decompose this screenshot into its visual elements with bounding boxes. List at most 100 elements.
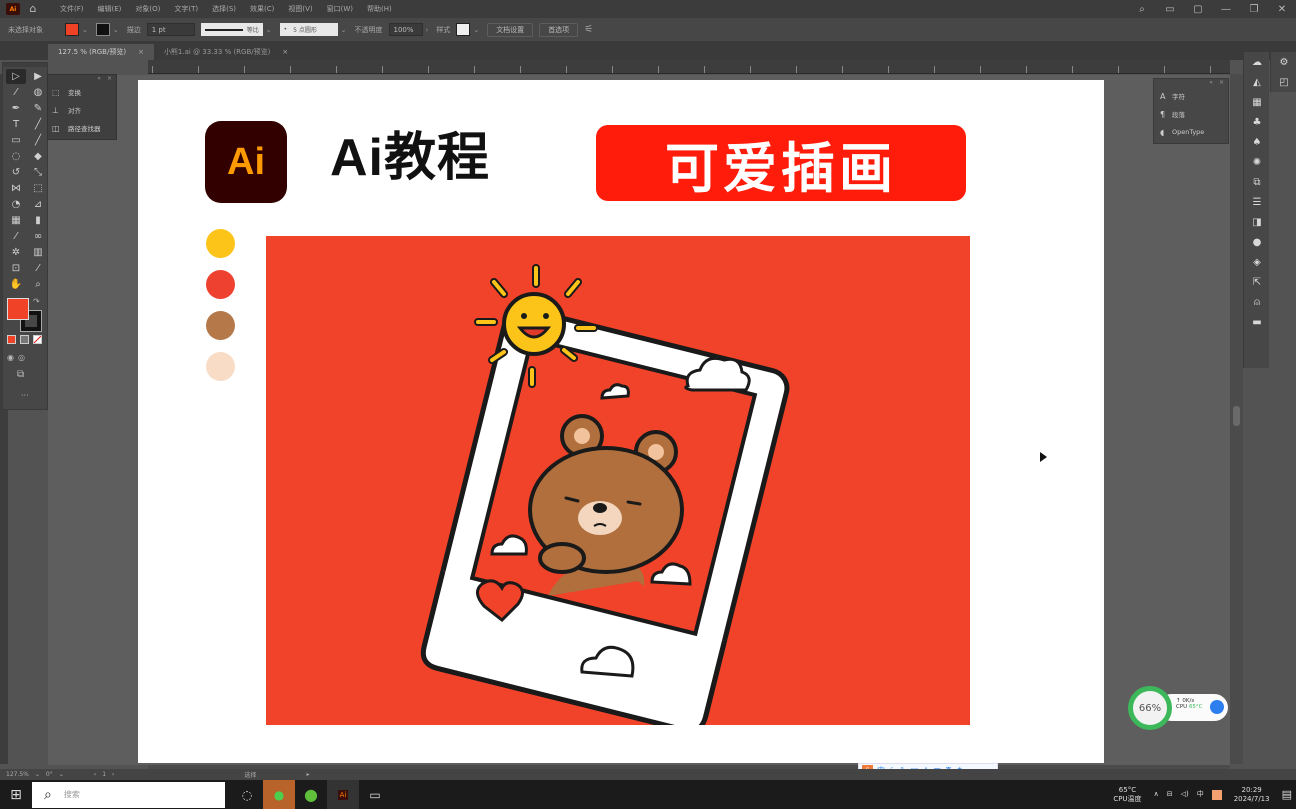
collapse-icon[interactable]: « [1209, 79, 1213, 87]
search-icon[interactable]: ⌕ [1128, 4, 1156, 15]
selection-tool-icon[interactable]: ▷ [6, 69, 26, 84]
more-tools-icon[interactable]: ··· [21, 391, 29, 400]
taskbar-search[interactable]: ⌕ 搜索 [32, 781, 225, 808]
chevron-down-icon[interactable]: ⌄ [59, 771, 64, 778]
panel-item-paragraph[interactable]: ¶ 段落 [1154, 105, 1228, 123]
graphic-styles-icon[interactable]: ● [1244, 232, 1270, 252]
curvature-tool-icon[interactable]: ✎ [28, 101, 48, 116]
chevron-down-icon[interactable]: ⌄ [473, 26, 479, 34]
document-setup-button[interactable]: 文档设置 [487, 22, 534, 37]
shaper-tool-icon[interactable]: ◌ [6, 149, 26, 164]
close-icon[interactable]: × [282, 48, 288, 56]
artboard-next[interactable]: › [112, 771, 114, 778]
style-swatch[interactable] [456, 23, 471, 36]
performance-widget[interactable]: 66% ↑ 0K/s CPU 65°C [1128, 686, 1228, 730]
menu-effect[interactable]: 效果(C) [250, 4, 274, 14]
libraries-icon[interactable]: ◰ [1271, 72, 1296, 92]
chevron-down-icon[interactable]: ⌄ [266, 26, 272, 34]
perspective-grid-tool-icon[interactable]: ⊿ [28, 197, 48, 212]
properties-icon[interactable]: ⚙ [1271, 52, 1296, 72]
arrange-icon[interactable]: ▢ [1184, 4, 1212, 15]
fill-swatch[interactable] [65, 23, 79, 36]
color-guide-icon[interactable]: ◭ [1244, 72, 1270, 92]
shape-builder-tool-icon[interactable]: ◔ [6, 197, 26, 212]
accelerate-icon[interactable] [1210, 700, 1224, 714]
preferences-button[interactable]: 首选项 [539, 22, 579, 37]
home-icon[interactable]: ⌂ [26, 2, 40, 16]
screen-mode-icon[interactable]: ⧉ [17, 369, 24, 380]
asset-export-icon[interactable]: ⇱ [1244, 272, 1270, 292]
opacity-input[interactable]: 100% [388, 23, 423, 36]
artboard-tool-icon[interactable]: ⊡ [6, 261, 26, 276]
artboard-prev[interactable]: ‹ [94, 771, 96, 778]
pen-tool-icon[interactable]: ✒ [6, 101, 26, 116]
menu-object[interactable]: 对象(O) [135, 4, 160, 14]
chevron-down-icon[interactable]: ⌄ [113, 26, 119, 34]
browser-app-icon[interactable]: ● [295, 780, 327, 809]
palette-swatch-yellow[interactable] [206, 229, 235, 258]
blend-tool-icon[interactable]: ∞ [28, 229, 48, 244]
comments-icon[interactable]: ▬ [1244, 312, 1270, 332]
restore-button[interactable]: ❐ [1240, 4, 1268, 15]
zoom-level[interactable]: 127.5% [6, 771, 29, 778]
gradient-mode-icon[interactable] [20, 335, 29, 344]
palette-swatch-red[interactable] [206, 270, 235, 299]
close-icon[interactable]: × [138, 48, 144, 56]
layers-icon[interactable]: ◈ [1244, 252, 1270, 272]
menu-help[interactable]: 帮助(H) [367, 4, 392, 14]
rectangle-tool-icon[interactable]: ▭ [6, 133, 26, 148]
clock[interactable]: 20:29 2024/7/13 [1230, 786, 1274, 804]
menu-edit[interactable]: 编辑(E) [98, 4, 122, 14]
mesh-tool-icon[interactable]: ▦ [6, 213, 26, 228]
width-tool-icon[interactable]: ⋈ [6, 181, 26, 196]
eraser-tool-icon[interactable]: ◆ [28, 149, 48, 164]
type-tool-icon[interactable]: T [6, 117, 26, 132]
minimize-button[interactable]: — [1212, 4, 1240, 15]
fill-color-box[interactable] [7, 298, 29, 320]
chevron-down-icon[interactable]: ⌄ [35, 771, 40, 778]
palette-swatch-peach[interactable] [206, 352, 235, 381]
magic-wand-tool-icon[interactable]: ⁄ [6, 85, 26, 100]
direct-selection-tool-icon[interactable]: ▶ [28, 69, 48, 84]
scale-tool-icon[interactable]: ⤡ [28, 165, 48, 180]
scroll-thumb[interactable] [1233, 406, 1240, 426]
ime-indicator[interactable]: 中 [1197, 790, 1204, 799]
wechat-app-icon[interactable]: ● [263, 780, 295, 809]
brush-select[interactable]: • 5 点圆形 [279, 23, 338, 36]
color-panel-icon[interactable]: ☁ [1244, 52, 1270, 72]
close-button[interactable]: ✕ [1268, 4, 1296, 15]
collapse-icon[interactable]: « [97, 75, 101, 83]
artboards-icon[interactable]: ⍝ [1244, 292, 1270, 312]
notification-icon[interactable]: ▤ [1282, 789, 1292, 800]
workspace-icon[interactable]: ▭ [1156, 4, 1184, 15]
menu-window[interactable]: 窗口(W) [327, 4, 353, 14]
close-icon[interactable]: × [107, 75, 112, 83]
appearance-icon[interactable]: ◨ [1244, 212, 1270, 232]
slice-tool-icon[interactable]: ⁄ [28, 261, 48, 276]
status-menu-icon[interactable]: ▸ [306, 771, 309, 778]
menu-select[interactable]: 选择(S) [212, 4, 236, 14]
illustrator-app-icon[interactable]: Ai [327, 780, 359, 809]
hand-tool-icon[interactable]: ✋ [6, 277, 26, 292]
paintbrush-tool-icon[interactable]: ╱ [28, 133, 48, 148]
menu-type[interactable]: 文字(T) [174, 4, 198, 14]
none-mode-icon[interactable] [33, 335, 42, 344]
brushes-icon[interactable]: ♣ [1244, 112, 1270, 132]
arrange-docs-icon[interactable]: ⚟ [584, 24, 593, 35]
flyout-item-pathfinder[interactable]: ◫ 路径查找器 [48, 119, 116, 137]
stroke-swatch[interactable] [95, 23, 110, 36]
windows-start-icon[interactable]: ⊞ [0, 780, 32, 809]
chevron-down-icon[interactable]: ⌄ [82, 26, 88, 34]
graph-tool-icon[interactable]: ▥ [28, 245, 48, 260]
stroke-profile-select[interactable]: 等比 [200, 23, 263, 36]
flyout-item-align[interactable]: ⊥ 对齐 [48, 101, 116, 119]
symbol-sprayer-tool-icon[interactable]: ✲ [6, 245, 26, 260]
close-icon[interactable]: × [1219, 79, 1224, 87]
draw-normal-icon[interactable]: ◉ [7, 353, 14, 362]
palette-swatch-brown[interactable] [206, 311, 235, 340]
artboard-number[interactable]: 1 [102, 771, 106, 778]
line-tool-icon[interactable]: ╱ [28, 117, 48, 132]
gradient-panel-icon[interactable]: ⧉ [1244, 172, 1270, 192]
swatches-icon[interactable]: ▦ [1244, 92, 1270, 112]
rotation-angle[interactable]: 0° [46, 771, 53, 778]
